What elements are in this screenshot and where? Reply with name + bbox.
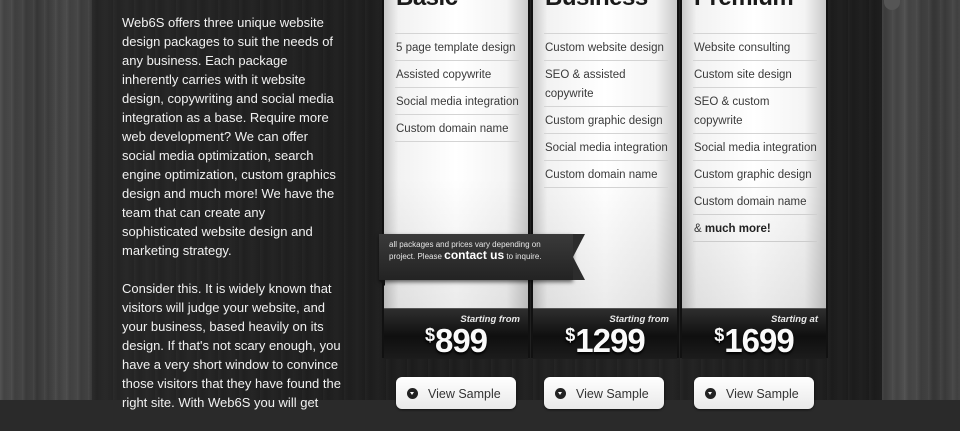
price-amount: $899 [384, 322, 528, 360]
ribbon-fold [379, 280, 385, 286]
package-business: Business Custom website design SEO & ass… [531, 0, 679, 359]
note-text-after: to inquire. [504, 252, 542, 261]
price-amount: $1299 [533, 322, 677, 360]
feature-list: Custom website design SEO & assisted cop… [544, 33, 668, 188]
pricing-note-ribbon: all packages and prices vary depending o… [379, 234, 585, 280]
feature-item: Assisted copywrite [395, 60, 519, 87]
feature-item: Custom domain name [693, 187, 817, 214]
wood-right-edge [880, 0, 960, 400]
intro-paragraph-2: Consider this. It is widely known that v… [122, 281, 341, 410]
package-card: Premium Website consulting Custom site d… [682, 0, 826, 308]
chevron-down-icon [555, 388, 566, 399]
feature-more-prefix: & [694, 223, 705, 235]
price-box: Starting from $1299 [533, 308, 677, 359]
package-basic: Basic 5 page template design Assisted co… [382, 0, 530, 359]
feature-item: Website consulting [693, 33, 817, 60]
currency-symbol: $ [565, 325, 575, 345]
price-amount: $1699 [682, 322, 826, 360]
price-value: 1699 [724, 322, 794, 359]
feature-item: SEO & custom copywrite [693, 87, 817, 133]
intro-paragraph-1: Web6S offers three unique website design… [122, 15, 336, 258]
view-sample-basic-button[interactable]: View Sample [396, 377, 516, 409]
feature-item: Custom graphic design [693, 160, 817, 187]
feature-item: Social media integration [693, 133, 817, 160]
feature-item: Custom domain name [544, 160, 668, 188]
feature-item: SEO & assisted copywrite [544, 60, 668, 106]
currency-symbol: $ [424, 325, 435, 345]
feature-item: Custom graphic design [544, 106, 668, 133]
feature-item: Social media integration [544, 133, 668, 160]
button-label: View Sample [576, 387, 649, 401]
intro-text: Web6S offers three unique website design… [122, 13, 342, 431]
price-box: Starting from $899 [384, 308, 528, 359]
package-title: Premium [694, 0, 794, 12]
feature-item: Custom domain name [395, 114, 519, 142]
chevron-down-icon [705, 388, 716, 399]
package-title: Business [545, 0, 648, 12]
feature-list: Website consulting Custom site design SE… [693, 33, 817, 242]
feature-item: Social media integration [395, 87, 519, 114]
button-label: View Sample [726, 387, 799, 401]
feature-item: Custom website design [544, 33, 668, 60]
feature-item-more: & much more! [693, 214, 817, 242]
wood-left-edge [0, 0, 92, 400]
feature-item: 5 page template design [395, 33, 519, 60]
view-sample-premium-button[interactable]: View Sample [694, 377, 814, 409]
contact-us-link[interactable]: contact us [444, 248, 504, 262]
view-sample-business-button[interactable]: View Sample [544, 377, 664, 409]
chevron-down-icon [407, 388, 418, 399]
price-value: 1299 [575, 322, 645, 359]
pricing-note-text: all packages and prices vary depending o… [389, 240, 561, 262]
feature-item: Custom site design [693, 60, 817, 87]
feature-more-text: much more! [704, 223, 771, 235]
currency-symbol: $ [714, 325, 724, 345]
package-title: Basic [396, 0, 458, 12]
price-value: 899 [434, 322, 488, 359]
package-premium: Premium Website consulting Custom site d… [680, 0, 828, 359]
feature-list: 5 page template design Assisted copywrit… [395, 33, 519, 142]
button-label: View Sample [428, 387, 501, 401]
price-box: Starting at $1699 [682, 308, 826, 359]
